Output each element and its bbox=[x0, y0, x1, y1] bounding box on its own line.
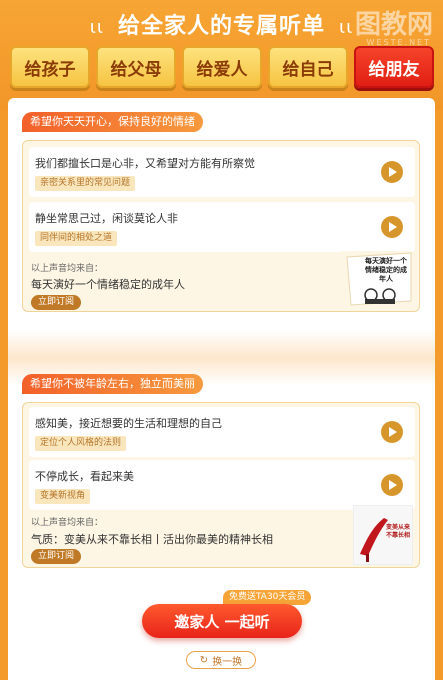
title-decoration-right: ιι bbox=[339, 17, 354, 38]
item-title: 不停成长，看起来美 bbox=[35, 470, 134, 483]
source-title[interactable]: 气质：变美从来不靠长相丨活出你最美的精神长相 bbox=[31, 531, 273, 547]
category-tabs: 给孩子 给父母 给爱人 给自己 给朋友 bbox=[10, 46, 434, 90]
list-item[interactable]: 静坐常思己过，闲谈莫论人非 同伴间的相处之道 bbox=[29, 202, 415, 252]
title-decoration-left: ιι bbox=[89, 17, 104, 38]
item-tag: 同伴间的相处之道 bbox=[35, 231, 118, 246]
source-label: 以上声音均来自： bbox=[31, 264, 104, 274]
refresh-button[interactable]: ↻ 换一换 bbox=[186, 651, 256, 669]
playlist-card: 我们都擅长口是心非，又希望对方能有所察觉 亲密关系里的常见问题 静坐常思己过，闲… bbox=[22, 140, 420, 312]
tab-for-parents[interactable]: 给父母 bbox=[96, 46, 176, 88]
item-title: 我们都擅长口是心非，又希望对方能有所察觉 bbox=[35, 157, 255, 170]
album-cover[interactable]: 变美从来不靠长相 bbox=[353, 505, 413, 565]
playlist-card: 感知美，接近想要的生活和理想的自己 定位个人风格的法则 不停成长，看起来美 变美… bbox=[22, 402, 420, 568]
subscribe-button[interactable]: 立即订阅 bbox=[31, 295, 82, 310]
list-item[interactable]: 我们都擅长口是心非，又希望对方能有所察觉 亲密关系里的常见问题 bbox=[29, 147, 415, 197]
item-tag: 亲密关系里的常见问题 bbox=[35, 176, 136, 191]
album-cover-text: 每天演好一个情绪稳定的成年人 bbox=[365, 257, 407, 283]
subscribe-button[interactable]: 立即订阅 bbox=[31, 549, 82, 564]
refresh-icon: ↻ bbox=[199, 654, 209, 666]
play-icon[interactable] bbox=[381, 421, 403, 443]
refresh-label: 换一换 bbox=[212, 656, 243, 668]
page-title-text: 给全家人的专属听单 bbox=[117, 14, 325, 39]
item-title: 感知美，接近想要的生活和理想的自己 bbox=[35, 417, 222, 430]
free-membership-badge: 免费送TA30天会员 bbox=[223, 590, 312, 605]
header-background: ιι 给全家人的专属听单 ιι 图教网 WESTE.NET 给孩子 给父母 给爱人 … bbox=[0, 0, 443, 110]
source-title[interactable]: 每天演好一个情绪稳定的成年人 bbox=[31, 276, 185, 292]
item-tag: 变美新视角 bbox=[35, 489, 91, 504]
list-item[interactable]: 不停成长，看起来美 变美新视角 bbox=[29, 460, 415, 510]
album-cover-text: 变美从来不靠长相 bbox=[386, 524, 411, 539]
tab-for-partner[interactable]: 给爱人 bbox=[182, 46, 262, 88]
section-tag: 希望你天天开心，保持良好的情绪 bbox=[22, 112, 203, 132]
album-cover[interactable]: 每天演好一个情绪稳定的成年人 bbox=[341, 251, 417, 309]
list-item[interactable]: 感知美，接近想要的生活和理想的自己 定位个人风格的法则 bbox=[29, 407, 415, 457]
section-tag: 希望你不被年龄左右，独立而美丽 bbox=[22, 374, 203, 394]
tab-for-self[interactable]: 给自己 bbox=[268, 46, 348, 88]
watermark-logo: 图教网 bbox=[354, 10, 433, 40]
play-icon[interactable] bbox=[381, 216, 403, 238]
tab-for-friends[interactable]: 给朋友 bbox=[354, 46, 434, 88]
item-tag: 定位个人风格的法则 bbox=[35, 436, 127, 451]
play-icon[interactable] bbox=[381, 161, 403, 183]
play-icon[interactable] bbox=[381, 474, 403, 496]
tab-for-kids[interactable]: 给孩子 bbox=[10, 46, 90, 88]
invite-family-button[interactable]: 邀家人 一起听 bbox=[142, 604, 302, 638]
item-title: 静坐常思己过，闲谈莫论人非 bbox=[35, 212, 178, 225]
source-label: 以上声音均来自： bbox=[31, 518, 104, 528]
content-panel: 希望你天天开心，保持良好的情绪 我们都擅长口是心非，又希望对方能有所察觉 亲密关… bbox=[8, 98, 435, 680]
